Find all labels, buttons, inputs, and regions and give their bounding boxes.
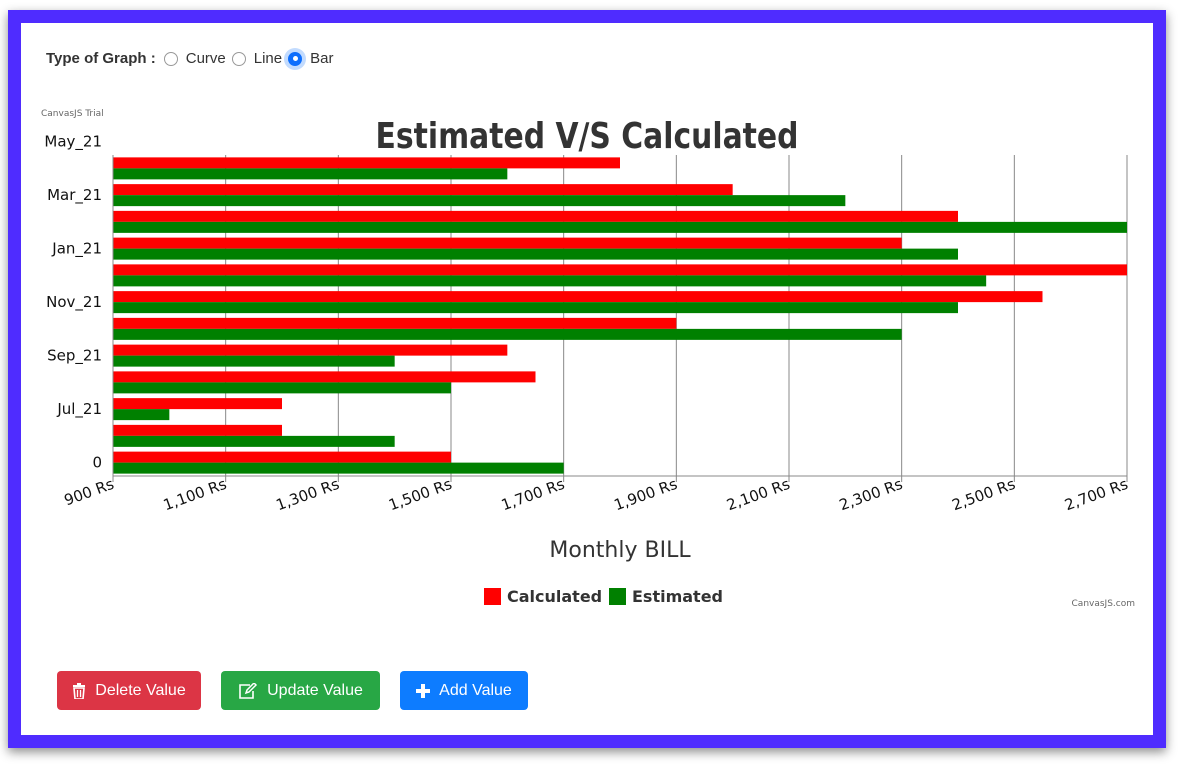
- bar-calculated: [113, 264, 1127, 276]
- chart-title: Estimated V/S Calculated: [376, 116, 799, 157]
- bar-estimated: [113, 248, 958, 260]
- bar-calculated: [113, 451, 451, 463]
- delete-value-label: Delete Value: [95, 681, 186, 699]
- bar-estimated: [113, 355, 395, 367]
- bar-estimated: [113, 462, 564, 474]
- edit-icon: [238, 682, 258, 699]
- bar-estimated: [113, 168, 508, 180]
- bar-calculated: [113, 344, 508, 356]
- bar-calculated: [113, 371, 536, 383]
- bar-calculated: [113, 291, 1043, 303]
- x-tick-label: 1,300 Rs: [274, 475, 342, 515]
- trial-watermark: CanvasJS Trial: [41, 109, 104, 119]
- plus-icon: [416, 683, 431, 698]
- y-tick-label: 0: [92, 454, 102, 472]
- bar-calculated: [113, 317, 677, 329]
- legend-label-calculated: Calculated: [507, 587, 602, 606]
- bar-estimated: [113, 275, 987, 287]
- x-tick-label: 1,700 Rs: [499, 475, 567, 515]
- main-panel: Type of Graph : Curve Line Bar CanvasJS …: [21, 23, 1153, 735]
- bar-calculated: [113, 237, 902, 249]
- bar-calculated: [113, 157, 620, 169]
- x-tick-label: 2,100 Rs: [724, 475, 792, 515]
- y-tick-label: Mar_21: [47, 186, 102, 205]
- x-axis-title: Monthly BILL: [549, 538, 691, 563]
- bar-estimated: [113, 382, 451, 394]
- y-tick-label: Nov_21: [46, 293, 102, 312]
- legend: Calculated Estimated: [484, 587, 723, 606]
- bar-estimated: [113, 409, 170, 421]
- bar-estimated: [113, 195, 846, 207]
- x-tick-label: 1,500 Rs: [386, 475, 454, 515]
- trash-icon: [72, 682, 86, 699]
- bar-calculated: [113, 398, 282, 410]
- delete-value-button[interactable]: Delete Value: [57, 671, 201, 710]
- update-value-label: Update Value: [267, 681, 363, 699]
- app-frame: Type of Graph : Curve Line Bar CanvasJS …: [8, 10, 1166, 748]
- add-value-label: Add Value: [439, 681, 512, 699]
- x-tick-label: 2,700 Rs: [1062, 475, 1130, 515]
- legend-swatch-calculated: [484, 588, 501, 605]
- bar-calculated: [113, 184, 733, 196]
- bar-calculated: [113, 210, 958, 222]
- bar-estimated: [113, 221, 1127, 233]
- legend-label-estimated: Estimated: [632, 587, 723, 606]
- x-tick-label: 1,900 Rs: [612, 475, 680, 515]
- y-tick-label: Jan_21: [51, 240, 102, 259]
- bar-estimated: [113, 435, 395, 447]
- y-tick-label: Jul_21: [56, 400, 102, 419]
- bars: [113, 157, 1127, 474]
- x-tick-label: 2,500 Rs: [950, 475, 1018, 515]
- add-value-button[interactable]: Add Value: [400, 671, 528, 710]
- y-tick-label: May_21: [44, 133, 102, 152]
- bar-calculated: [113, 424, 282, 436]
- credit-watermark: CanvasJS.com: [1072, 599, 1135, 609]
- bar-estimated: [113, 302, 958, 314]
- x-tick-label: 1,100 Rs: [161, 475, 229, 515]
- x-tick-label: 2,300 Rs: [837, 475, 905, 515]
- x-tick-label: 900 Rs: [62, 475, 117, 510]
- bar-chart: CanvasJS Trial Estimated V/S Calculated …: [41, 109, 1135, 609]
- bar-estimated: [113, 328, 902, 340]
- legend-swatch-estimated: [609, 588, 626, 605]
- y-tick-label: Sep_21: [47, 347, 102, 366]
- update-value-button[interactable]: Update Value: [221, 671, 380, 710]
